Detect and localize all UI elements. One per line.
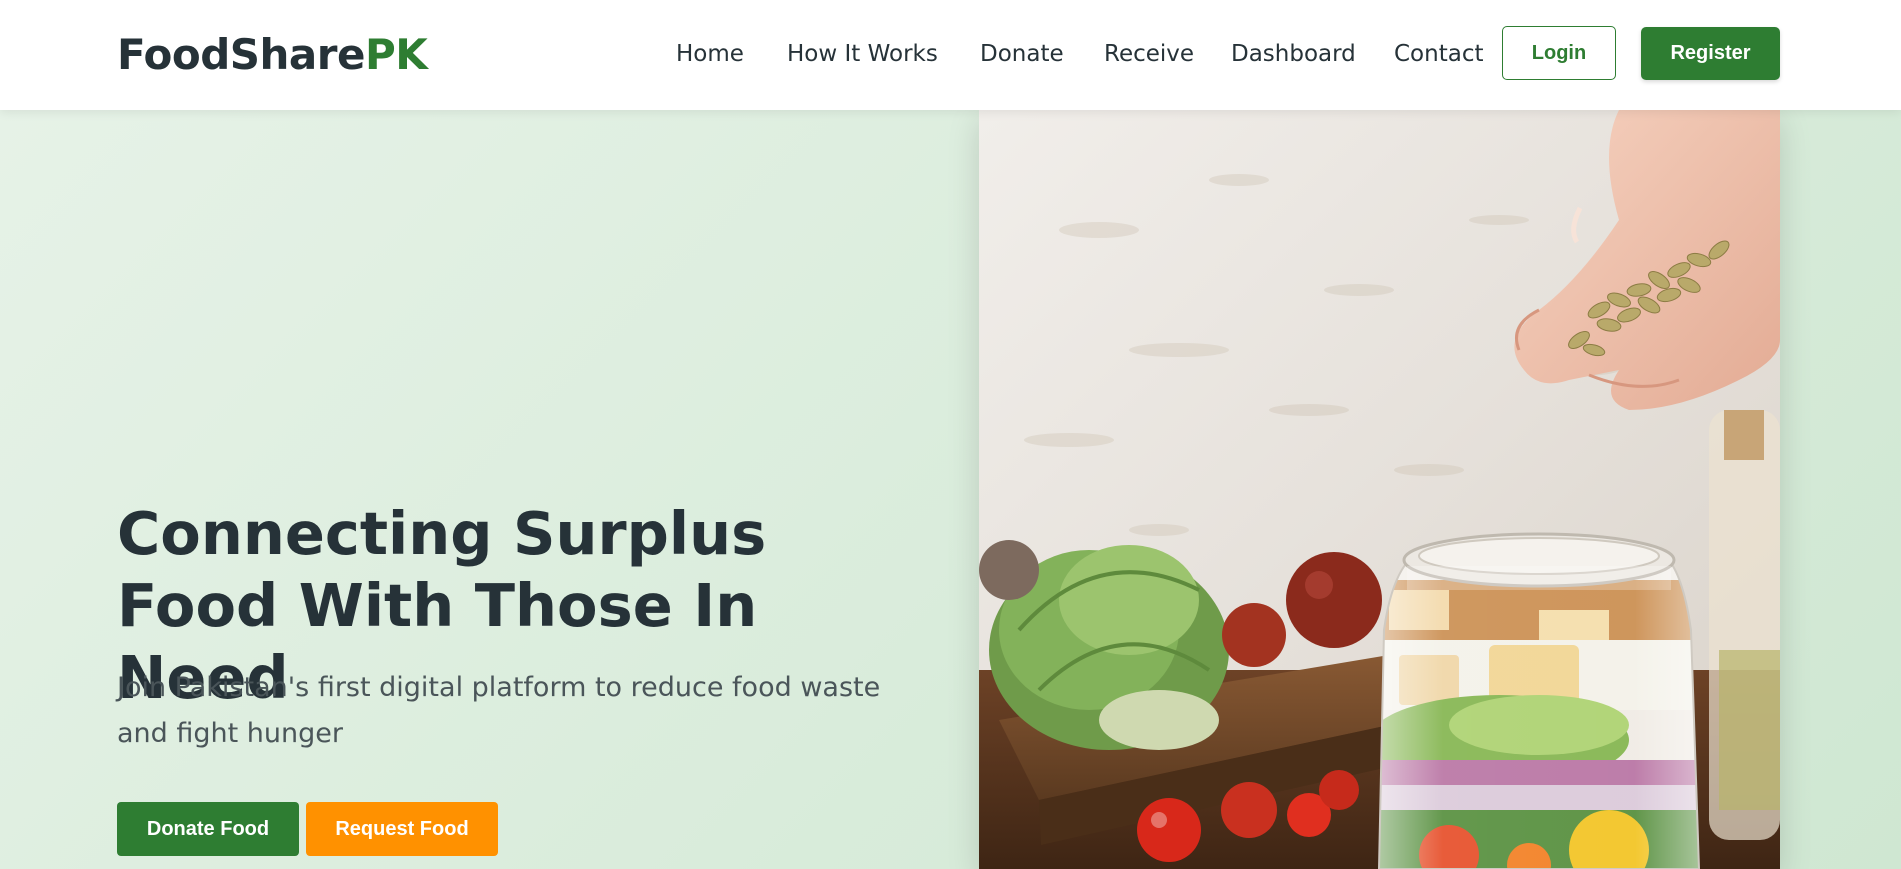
hero-section: Connecting Surplus Food With Those In Ne… (0, 110, 1901, 869)
register-button[interactable]: Register (1641, 27, 1780, 80)
nav-link-how-it-works[interactable]: How It Works (787, 39, 938, 69)
nav-link-dashboard[interactable]: Dashboard (1231, 39, 1356, 69)
donate-food-button[interactable]: Donate Food (117, 802, 299, 856)
logo-text-accent: PK (364, 30, 428, 79)
login-button[interactable]: Login (1502, 26, 1616, 80)
hero-subtitle: Join Pakistan's first digital platform t… (117, 672, 881, 749)
hero-food-image (979, 110, 1780, 869)
site-header: FoodSharePK Home How It Works Donate Rec… (0, 0, 1901, 110)
nav-link-donate[interactable]: Donate (980, 39, 1064, 69)
logo-text-primary: FoodShare (117, 30, 365, 79)
request-food-button[interactable]: Request Food (306, 802, 498, 856)
logo[interactable]: FoodSharePK (117, 30, 428, 80)
nav-link-contact[interactable]: Contact (1394, 39, 1483, 69)
nav-link-receive[interactable]: Receive (1104, 39, 1194, 69)
nav-link-home[interactable]: Home (676, 39, 744, 69)
